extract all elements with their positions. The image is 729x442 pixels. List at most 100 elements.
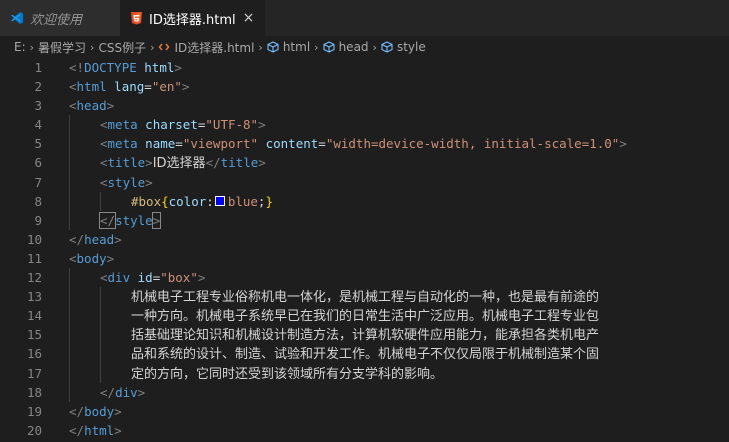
code-token: = — [318, 136, 326, 152]
code-token: html — [76, 79, 107, 95]
code-line[interactable]: 14 一种方向。机械电子系统早已在我们的日常生活中广泛应用。机械电子工程专业包 — [0, 306, 729, 326]
code-line[interactable]: 19 </body> — [0, 402, 729, 421]
code-line[interactable]: 15 括基础理论知识和机械设计制造方法，计算机软硬件应用能力，能承担各类机电产 — [0, 325, 729, 345]
indent-guide — [69, 153, 70, 173]
code-line[interactable]: 10 </head> — [0, 230, 729, 249]
breadcrumb-item[interactable]: head — [323, 40, 369, 54]
line-number: 19 — [26, 403, 42, 419]
code-editor[interactable]: 1 <!DOCTYPE html> 2 <html lang="en"> 3 <head>… — [0, 58, 729, 442]
code-token: "en" — [151, 79, 182, 95]
indent-guide — [69, 191, 70, 211]
line-code: <body> — [69, 249, 729, 268]
code-line[interactable]: 20 </html> — [0, 421, 729, 440]
line-number: 5 — [34, 136, 42, 152]
code-token: < — [100, 136, 108, 152]
breadcrumb-label: head — [338, 40, 369, 54]
breadcrumb: E: › 暑假学习 › CSS例子 › ID选择器.html › html › head › style — [0, 36, 729, 58]
code-token: DOCTYPE — [84, 60, 137, 75]
code-token: = — [144, 79, 152, 95]
line-number: 1 — [34, 60, 42, 75]
line-number: 18 — [26, 384, 42, 400]
code-token: > — [106, 250, 115, 266]
code-token: title — [220, 155, 259, 171]
code-token: } — [265, 193, 273, 209]
line-code: <head> — [69, 96, 729, 115]
code-token: < — [100, 270, 108, 286]
breadcrumb-label: E: — [14, 40, 26, 54]
code-line[interactable]: 4 <meta charset="UTF-8"> — [0, 115, 729, 135]
code-token: "viewport" — [182, 136, 259, 152]
breadcrumb-item[interactable]: CSS例子 — [98, 39, 146, 56]
code-token: </ — [69, 403, 85, 419]
code-line[interactable]: 11 <body> — [0, 249, 729, 268]
indent-guide — [69, 268, 70, 288]
code-token: > — [619, 136, 627, 152]
line-number: 16 — [26, 346, 42, 362]
code-token: head — [76, 98, 107, 114]
line-number: 15 — [26, 327, 42, 343]
line-code: </head> — [69, 230, 729, 249]
line-number: 7 — [34, 174, 42, 190]
code-token: #box — [131, 193, 162, 209]
code-line[interactable]: 2 <html lang="en"> — [0, 77, 729, 96]
code-token: meta — [107, 117, 138, 133]
code-token: > — [258, 155, 266, 171]
line-code: <style> — [69, 172, 729, 192]
line-code: </div> — [69, 382, 729, 402]
line-code: 括基础理论知识和机械设计制造方法，计算机软硬件应用能力，能承担各类机电产 — [69, 325, 729, 345]
code-line[interactable]: 18 </div> — [0, 382, 729, 402]
code-token: head — [84, 231, 115, 247]
line-code: 品和系统的设计、制造、试验和开发工作。机械电子不仅仅局限于机械制造某个固 — [69, 344, 729, 364]
code-line[interactable]: 9 </style> — [0, 210, 729, 230]
line-number: 2 — [34, 79, 42, 95]
element-icon — [323, 41, 335, 53]
breadcrumb-item[interactable]: E: — [14, 40, 26, 54]
code-line[interactable]: 1 <!DOCTYPE html> — [0, 58, 729, 77]
element-icon — [381, 41, 393, 53]
breadcrumb-item[interactable]: style — [381, 40, 426, 54]
color-swatch[interactable] — [214, 196, 225, 207]
code-token: "box" — [160, 270, 198, 286]
breadcrumb-label: style — [396, 40, 426, 54]
indent-guide — [69, 363, 70, 383]
code-line[interactable]: 16 品和系统的设计、制造、试验和开发工作。机械电子不仅仅局限于机械制造某个固 — [0, 344, 729, 364]
line-number: 14 — [26, 308, 42, 324]
code-token: < — [100, 174, 108, 190]
code-token: ID选择器 — [152, 156, 206, 172]
breadcrumb-item[interactable]: 暑假学习 — [38, 39, 86, 56]
code-token: style — [107, 174, 146, 190]
code-token: html — [136, 60, 175, 75]
code-line[interactable]: 6 <title>ID选择器</title> — [0, 153, 729, 173]
line-code: </style> — [69, 210, 729, 230]
code-line[interactable]: 7 <style> — [0, 172, 729, 192]
indent-guide — [69, 115, 70, 135]
line-number: 11 — [26, 250, 42, 266]
code-line[interactable]: 5 <meta name="viewport" content="width=de… — [0, 134, 729, 154]
tab-id-selector-html[interactable]: ID选择器.html × — [120, 0, 265, 36]
line-code: <meta charset="UTF-8"> — [69, 115, 729, 135]
code-token: </ — [69, 231, 85, 247]
code-token: < — [100, 117, 108, 133]
code-line[interactable]: 12 <div id="box"> — [0, 268, 729, 288]
code-token: 一种方向。机械电子系统早已在我们的日常生活中广泛应用。机械电子工程专业包 — [131, 309, 600, 325]
line-code: 定的方向，它同时还受到该领域所有分支学科的影响。 — [69, 363, 729, 383]
code-line[interactable]: 8 #box{color: blue;} — [0, 191, 729, 211]
breadcrumb-label: html — [282, 40, 311, 54]
breadcrumb-item[interactable]: ID选择器.html — [158, 39, 254, 56]
html5-icon — [130, 11, 143, 25]
code-token: < — [100, 155, 108, 171]
code-line[interactable]: 3 <head> — [0, 96, 729, 115]
indent-guide — [100, 344, 101, 364]
line-code: <html lang="en"> — [69, 77, 729, 96]
code-token: content — [258, 136, 319, 152]
tab-welcome[interactable]: 欢迎使用 — [0, 0, 120, 36]
code-token: < — [69, 79, 77, 95]
code-line[interactable]: 17 定的方向，它同时还受到该领域所有分支学科的影响。 — [0, 363, 729, 383]
close-icon[interactable]: × — [243, 10, 255, 26]
line-number: 4 — [34, 117, 42, 133]
breadcrumb-item[interactable]: html — [267, 40, 310, 54]
code-token: div — [107, 270, 131, 286]
code-token: > — [114, 231, 122, 247]
line-number: 17 — [26, 365, 42, 381]
code-line[interactable]: 13 机械电子工程专业俗称机电一体化，是机械工程与自动化的一种，也是最有前途的 — [0, 287, 729, 307]
